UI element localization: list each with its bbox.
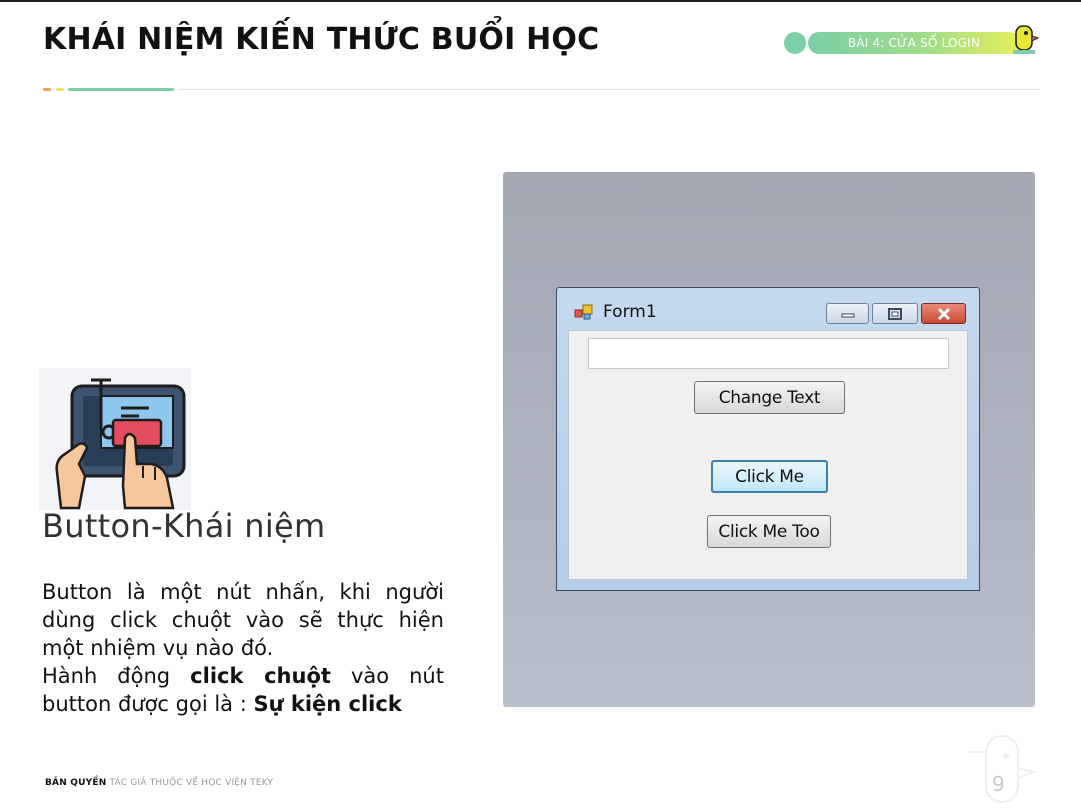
description: Button là một nút nhấn, khi người dùng c… [42, 578, 444, 718]
click-me-too-button[interactable]: Click Me Too [707, 515, 831, 548]
badge-dot [784, 32, 806, 54]
top-border [0, 0, 1081, 2]
event-prefix: button được gọi là : [42, 692, 247, 716]
accent-rule-green [68, 88, 174, 91]
section-heading: Button-Khái niệm [42, 507, 326, 545]
form-app-icon [574, 304, 593, 320]
description-line: Button là một nút nhấn, khi người [42, 580, 444, 604]
action-line: Hành động click chuột vào nút [42, 662, 444, 690]
copyright: BẢN QUYỀN TÁC GIẢ THUỘC VỀ HỌC VIỆN TEKY [45, 778, 273, 788]
page-title: KHÁI NIỆM KIẾN THỨC BUỔI HỌC [43, 22, 600, 57]
action-bold: click chuột [190, 664, 331, 688]
event-line: button được gọi là : Sự kiện click [42, 690, 444, 718]
minimize-icon [841, 313, 854, 317]
click-me-button[interactable]: Click Me [711, 460, 828, 493]
lesson-badge: BÀI 4: CỬA SỔ LOGIN [782, 22, 1042, 62]
teky-mascot-icon [1013, 25, 1040, 54]
accent-rule-orange [43, 88, 51, 91]
change-text-button[interactable]: Change Text [694, 381, 845, 414]
close-button[interactable] [921, 303, 966, 324]
action-suffix: vào nút [350, 664, 444, 688]
minimize-button[interactable] [826, 303, 869, 324]
header-divider [178, 89, 1040, 90]
maximize-icon [888, 307, 902, 320]
event-bold: Sự kiện click [253, 692, 402, 716]
tablet-touch-icon [55, 378, 186, 510]
action-prefix: Hành động [42, 664, 171, 688]
page-number: 9 [992, 772, 1005, 796]
maximize-button[interactable] [872, 303, 918, 324]
teky-watermark-icon [968, 735, 1038, 803]
copyright-bold: BẢN QUYỀN [45, 778, 107, 788]
close-icon [937, 307, 950, 320]
accent-rule-yellow [56, 88, 64, 91]
window-title: Form1 [603, 302, 657, 322]
lesson-label: BÀI 4: CỬA SỔ LOGIN [808, 32, 1020, 54]
form-textbox[interactable] [588, 338, 949, 369]
description-line: một nhiệm vụ nào đó. [42, 636, 274, 660]
description-line: dùng click chuột vào sẽ thực hiện [42, 608, 444, 632]
copyright-rest: TÁC GIẢ THUỘC VỀ HỌC VIỆN TEKY [109, 778, 274, 788]
illustration [39, 368, 191, 510]
